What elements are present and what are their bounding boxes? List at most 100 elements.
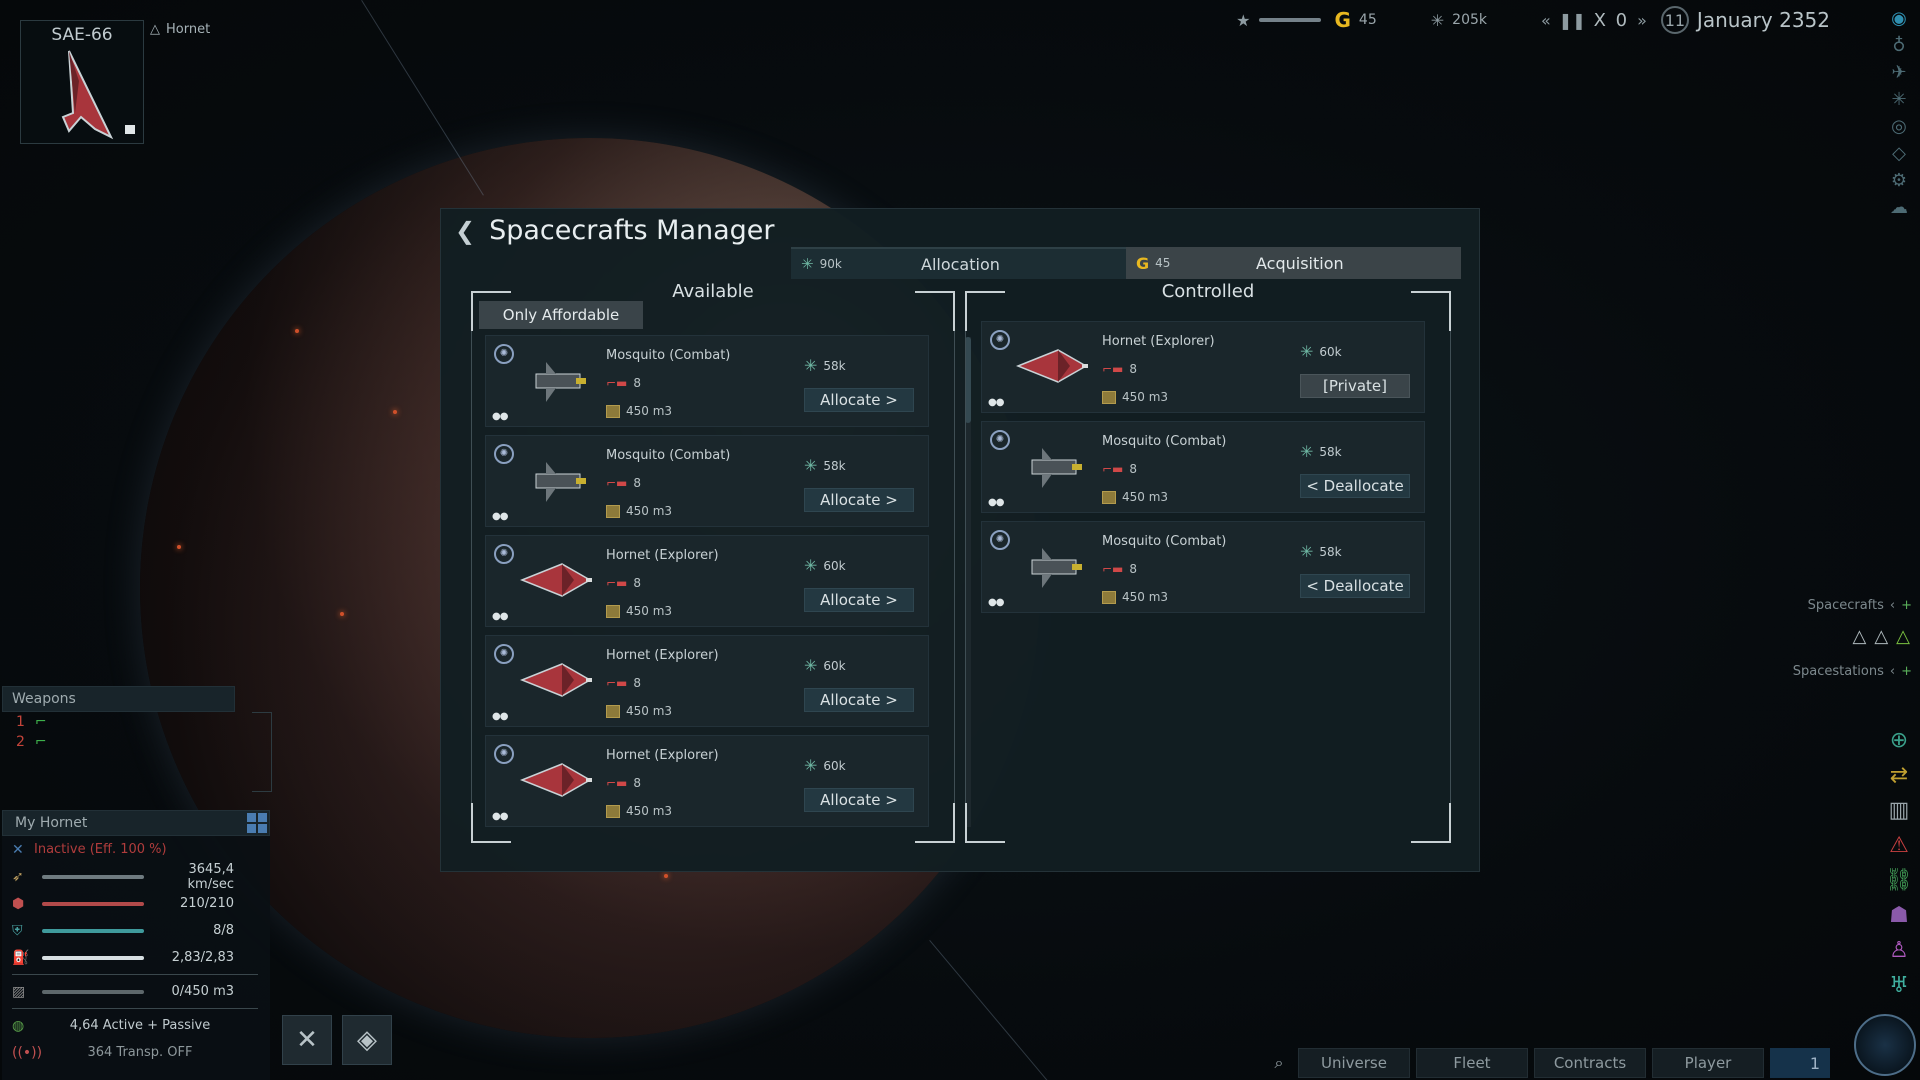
right-bottom-toolbar: ⊕ ⇄ ▥ ⚠ ⛓ ☗ ♙ ♅ bbox=[1884, 728, 1914, 998]
faction-icon[interactable]: ☗ bbox=[1889, 903, 1909, 928]
plus-icon[interactable]: + bbox=[1901, 664, 1912, 679]
date-display: 11 January 2352 bbox=[1660, 6, 1830, 34]
cargo-capacity: 450 m3 bbox=[606, 404, 672, 418]
cargo-capacity: 450 m3 bbox=[1102, 390, 1168, 404]
trade-icon[interactable]: ⇄ bbox=[1890, 763, 1908, 788]
spacecraft-name: Mosquito (Combat) bbox=[606, 448, 731, 463]
warning-icon[interactable]: ⚠ bbox=[1889, 833, 1909, 858]
spacecraft-markers: △ △ △ bbox=[1852, 626, 1910, 647]
hull-bar bbox=[42, 901, 144, 906]
tab-contracts[interactable]: Contracts bbox=[1534, 1048, 1646, 1078]
allocate-button[interactable]: Allocate > bbox=[804, 788, 914, 812]
weapon-slot-number: 2 bbox=[16, 734, 25, 750]
faction-badge-icon: ✺ bbox=[494, 644, 514, 664]
spacecraft-card: ✺ Mosquito (Combat) ⌐▬ 8 450 m3 ✳ 58k < … bbox=[981, 521, 1425, 613]
fuel-value: 2,83/2,83 bbox=[171, 950, 234, 965]
acquisition-cost-value: 45 bbox=[1155, 256, 1171, 270]
thrust-icon: ➶ bbox=[12, 868, 24, 885]
frame-corner bbox=[915, 291, 955, 331]
wings-icon[interactable]: ♅ bbox=[1889, 973, 1909, 998]
astronaut-icon[interactable]: ♁ bbox=[1892, 35, 1905, 56]
allocate-button[interactable]: Allocate > bbox=[804, 688, 914, 712]
tab-fleet[interactable]: Fleet bbox=[1416, 1048, 1528, 1078]
date-text: January 2352 bbox=[1696, 8, 1830, 32]
weapon-count: ⌐▬ 8 bbox=[606, 776, 641, 790]
weapon-count-value: 8 bbox=[1129, 562, 1138, 576]
building-icon[interactable]: ▥ bbox=[1889, 798, 1910, 823]
selected-ship-card[interactable]: SAE-66 bbox=[20, 20, 144, 144]
spacecrafts-list-toggle[interactable]: Spacecrafts ‹ + bbox=[1808, 598, 1912, 613]
speed-value: 3645,4 km/sec bbox=[187, 861, 235, 892]
cargo-icon: ▨ bbox=[12, 983, 26, 1000]
deallocate-button[interactable]: < Deallocate bbox=[1300, 474, 1410, 498]
search-icon[interactable]: ⌕ bbox=[1266, 1053, 1292, 1073]
forward-icon[interactable]: » bbox=[1637, 11, 1647, 30]
cargo-value: 0/450 m3 bbox=[171, 984, 234, 999]
person-icon[interactable]: ♙ bbox=[1889, 938, 1909, 963]
weapon-slot[interactable]: 1 ⌐ bbox=[2, 712, 272, 732]
weapons-frame bbox=[252, 712, 272, 792]
weapon-count: ⌐▬ 8 bbox=[606, 576, 641, 590]
crew-dots: ●● bbox=[492, 411, 508, 422]
allocation-cost-value: 90k bbox=[819, 257, 842, 271]
sparkle-icon[interactable]: ✳ bbox=[1891, 89, 1906, 110]
formation-button[interactable]: ◈ bbox=[342, 1015, 392, 1065]
page-number[interactable]: 1 bbox=[1770, 1048, 1830, 1078]
tab-universe[interactable]: Universe bbox=[1298, 1048, 1410, 1078]
star-icon: ★ bbox=[1236, 10, 1251, 30]
cargo-row: ▨ 0/450 m3 bbox=[2, 978, 270, 1005]
back-chevron-icon[interactable]: ❮ bbox=[455, 217, 475, 245]
spacecraft-name: Mosquito (Combat) bbox=[606, 348, 731, 363]
triangle-icon[interactable]: △ bbox=[1896, 626, 1910, 647]
galaxy-map-icon[interactable] bbox=[1854, 1014, 1916, 1076]
allocate-button[interactable]: Allocate > bbox=[804, 488, 914, 512]
shield-value: 8/8 bbox=[213, 923, 234, 938]
only-affordable-toggle[interactable]: Only Affordable bbox=[479, 301, 643, 329]
ship-icon[interactable]: ✈ bbox=[1891, 62, 1906, 83]
ship-stats-panel: My Hornet ✕ Inactive (Eff. 100 %) ➶ 3645… bbox=[2, 810, 270, 1080]
modules-row: ◍ 4,64 Active + Passive bbox=[2, 1012, 270, 1039]
tab-acquisition[interactable]: G 45 Acquisition bbox=[1126, 247, 1461, 279]
weapon-slot[interactable]: 2 ⌐ bbox=[2, 732, 272, 752]
globe-icon[interactable]: ⊕ bbox=[1890, 728, 1908, 753]
swirl-icon[interactable]: ◉ bbox=[1891, 8, 1907, 29]
cargo-crate-icon bbox=[606, 604, 620, 618]
stats-header: My Hornet bbox=[2, 810, 270, 836]
chevron-left-icon[interactable]: ‹ bbox=[1890, 664, 1895, 679]
gold-icon: G bbox=[1334, 8, 1351, 32]
cargo-capacity-value: 450 m3 bbox=[1122, 490, 1169, 504]
station-icon[interactable]: ⛓ bbox=[1885, 868, 1913, 893]
tab-player[interactable]: Player bbox=[1652, 1048, 1764, 1078]
triangle-icon[interactable]: △ bbox=[1852, 626, 1866, 647]
modules-value: 4,64 Active + Passive bbox=[69, 1018, 211, 1033]
allocate-button[interactable]: Allocate > bbox=[804, 588, 914, 612]
pause-icon[interactable]: ❚❚ bbox=[1559, 11, 1586, 30]
spacestations-list-toggle[interactable]: Spacestations ‹ + bbox=[1793, 664, 1912, 679]
tab-allocation[interactable]: ✳ 90k Allocation bbox=[791, 247, 1126, 279]
cargo-crate-icon bbox=[1102, 590, 1116, 604]
gear-icon[interactable]: ⚙ bbox=[1891, 170, 1907, 191]
hull-row: ⬢ 210/210 bbox=[2, 890, 270, 917]
gun-icon: ⌐ bbox=[34, 734, 47, 750]
tag-icon[interactable]: ◇ bbox=[1892, 143, 1906, 164]
grid-icon[interactable] bbox=[247, 813, 267, 833]
target-icon[interactable]: ◎ bbox=[1891, 116, 1907, 137]
status-row: ✕ Inactive (Eff. 100 %) bbox=[2, 836, 270, 863]
private-button[interactable]: [Private] bbox=[1300, 374, 1410, 398]
triangle-icon[interactable]: △ bbox=[1874, 626, 1888, 647]
plus-icon[interactable]: + bbox=[1901, 598, 1912, 613]
chevron-left-icon[interactable]: ‹ bbox=[1890, 598, 1895, 613]
deallocate-button[interactable]: < Deallocate bbox=[1300, 574, 1410, 598]
credits-icon: ✳ bbox=[804, 356, 818, 375]
allocate-button[interactable]: Allocate > bbox=[804, 388, 914, 412]
gun-icon: ⌐▬ bbox=[1102, 462, 1124, 476]
price-value: 58k bbox=[1319, 544, 1342, 559]
space-streak bbox=[929, 940, 1059, 1080]
combat-toggle-button[interactable]: ✕ bbox=[282, 1015, 332, 1065]
weapon-count-value: 8 bbox=[1129, 462, 1138, 476]
crew-dots: ●● bbox=[988, 597, 1004, 608]
rewind-icon[interactable]: « bbox=[1541, 11, 1551, 30]
frame-side bbox=[954, 331, 955, 803]
cloud-icon[interactable]: ☁ bbox=[1890, 197, 1908, 218]
weapon-count-value: 8 bbox=[1129, 362, 1138, 376]
